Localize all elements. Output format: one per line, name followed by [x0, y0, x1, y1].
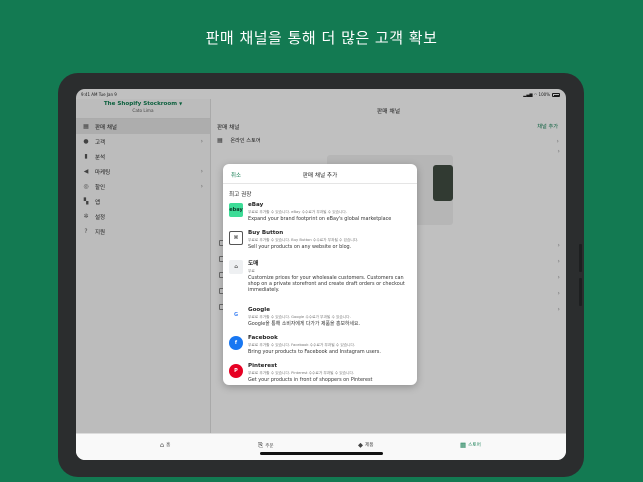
ebay-logo-icon: ebay [229, 203, 243, 217]
channel-fee-note: 무료 [248, 268, 255, 273]
channel-text: eBay 무료로 추가할 수 있습니다. eBay 수수료가 부과될 수 있습니다… [248, 202, 414, 222]
orders-icon: ⎘ [258, 441, 264, 449]
wholesale-logo-icon: ⌂ [229, 260, 243, 274]
channel-description: Get your products in front of shoppers o… [248, 377, 373, 383]
channel-text: 도매 무료 Customize prices for your wholesale … [248, 259, 414, 293]
channel-name: Pinterest [248, 363, 278, 369]
store-icon: ▦ [460, 441, 467, 449]
channel-fee-note: 무료로 추가할 수 있습니다. eBay 수수료가 부과될 수 있습니다. [248, 209, 347, 214]
modal-title: 판매 채널 추가 [302, 173, 338, 179]
home-indicator [260, 452, 383, 455]
channel-name: 도매 [248, 261, 259, 267]
channel-fee-note: 무료로 추가할 수 있습니다. Google 수수료가 부과될 수 있습니다. [248, 314, 351, 319]
google-logo-icon: G [229, 308, 243, 322]
buy-button-logo-icon: ⌘ [229, 231, 243, 245]
channel-text: Google 무료로 추가할 수 있습니다. Google 수수료가 부과될 수 … [248, 307, 414, 327]
app-screen: 9:41 AM Tue Jan 9 ▂▄▆ ◠ 100% The Shopify… [76, 89, 566, 460]
tab-label: 주문 [265, 443, 274, 449]
tab-item[interactable]: ⌂ 홈 [160, 441, 170, 449]
channel-fee-note: 무료로 추가할 수 있습니다. Pinterest 수수료가 부과될 수 있습니… [248, 370, 355, 375]
tab-label: 홈 [166, 443, 171, 448]
channel-fee-note: 무료로 추가할 수 있습니다. Buy Button 수수료가 부과될 수 있습… [248, 237, 359, 242]
modal-header: 판매 채널 추가 취소 [223, 164, 417, 184]
tab-label: 스토어 [468, 443, 481, 448]
channel-description: Google을 통해 소비자에게 다가가 제품을 홍보하세요. [248, 321, 361, 327]
facebook-logo-icon: f [229, 336, 243, 350]
channel-text: Pinterest 무료로 추가할 수 있습니다. Pinterest 수수료가 … [248, 363, 414, 383]
channel-text: Facebook 무료로 추가할 수 있습니다. Facebook 수수료가 부과… [248, 335, 414, 355]
add-sales-channel-modal: 판매 채널 추가 취소 최고 권장 ebay eBay 무료로 추가할 수 있습니다… [223, 164, 417, 385]
channel-description: Sell your products on any website or blo… [248, 244, 352, 250]
channel-name: eBay [248, 202, 264, 208]
tab-item[interactable]: ⎘ 주문 [258, 441, 274, 450]
tag-icon: ◆ [358, 441, 363, 449]
tablet-volume-button [579, 244, 582, 272]
pinterest-logo-icon: P [229, 364, 243, 378]
home-icon: ⌂ [160, 441, 165, 449]
channel-name: Google [248, 307, 270, 313]
recommended-heading: 최고 권장 [229, 192, 252, 198]
tablet-volume-button [579, 278, 582, 306]
channel-text: Buy Button 무료로 추가할 수 있습니다. Buy Button 수수료… [248, 230, 414, 250]
promo-headline: 판매 채널을 통해 더 많은 고객 확보 [205, 29, 438, 47]
tab-item[interactable]: ▦ 스토어 [460, 441, 481, 449]
channel-description: Bring your products to Facebook and Inst… [248, 349, 381, 355]
channel-name: Facebook [248, 335, 278, 341]
tab-label: 제품 [365, 443, 374, 448]
tab-bar: ⌂ 홈 ⎘ 주문 ◆ 제품 ▦ 스토어 [76, 433, 566, 460]
tab-item[interactable]: ◆ 제품 [358, 441, 373, 449]
channel-name: Buy Button [248, 230, 284, 236]
channel-fee-note: 무료로 추가할 수 있습니다. Facebook 수수료가 부과될 수 있습니다… [248, 342, 356, 347]
channel-description: Customize prices for your wholesale cust… [248, 275, 405, 293]
channel-description: Expand your brand footprint on eBay's gl… [248, 216, 392, 222]
cancel-button[interactable]: 취소 [231, 171, 241, 179]
